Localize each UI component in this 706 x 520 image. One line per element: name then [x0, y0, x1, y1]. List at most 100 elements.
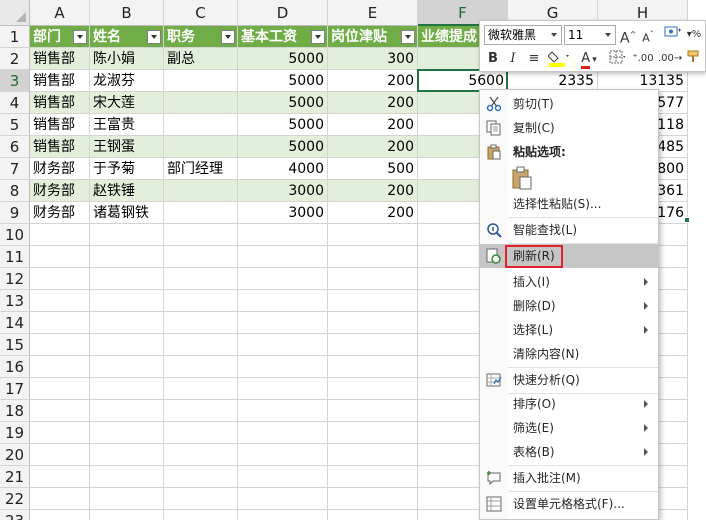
menu-item-sort[interactable]: 排序(O) — [480, 392, 658, 416]
grid-cell[interactable] — [30, 334, 90, 356]
grid-cell[interactable] — [30, 444, 90, 466]
table-cell[interactable]: 财务部 — [30, 202, 90, 224]
table-cell[interactable]: 3000 — [238, 180, 328, 202]
grid-cell[interactable] — [90, 246, 164, 268]
grid-cell[interactable] — [30, 422, 90, 444]
grid-cell[interactable] — [238, 510, 328, 520]
grid-cell[interactable] — [164, 488, 238, 510]
table-cell[interactable]: 龙淑芬 — [90, 70, 164, 92]
grid-cell[interactable] — [328, 224, 418, 246]
grid-cell[interactable] — [90, 378, 164, 400]
grid-cell[interactable] — [164, 334, 238, 356]
menu-item-clear-contents[interactable]: 清除内容(N) — [480, 342, 658, 366]
table-header-cell[interactable]: 岗位津贴 — [328, 26, 418, 48]
menu-item-insert[interactable]: 插入(I) — [480, 270, 658, 294]
grid-cell[interactable] — [90, 312, 164, 334]
menu-item-refresh[interactable]: 刷新(R) — [480, 244, 658, 268]
row-header-8[interactable]: 8 — [0, 180, 30, 202]
menu-item-quick-analysis[interactable]: 快速分析(Q) — [480, 368, 658, 392]
row-header-9[interactable]: 9 — [0, 202, 30, 224]
italic-button[interactable]: I — [506, 49, 520, 69]
table-cell[interactable]: 5000 — [238, 114, 328, 136]
select-all-corner[interactable] — [0, 0, 30, 26]
grid-cell[interactable] — [238, 444, 328, 466]
bold-button[interactable]: B — [486, 49, 500, 69]
grid-cell[interactable] — [328, 466, 418, 488]
grid-cell[interactable] — [90, 466, 164, 488]
grid-cell[interactable] — [238, 224, 328, 246]
filter-dropdown-icon[interactable] — [73, 30, 87, 44]
grid-cell[interactable] — [238, 400, 328, 422]
row-header-14[interactable]: 14 — [0, 312, 30, 334]
grid-cell[interactable] — [328, 422, 418, 444]
grid-cell[interactable] — [164, 466, 238, 488]
grid-cell[interactable] — [90, 488, 164, 510]
row-header-4[interactable]: 4 — [0, 92, 30, 114]
grid-cell[interactable] — [328, 400, 418, 422]
grid-cell[interactable] — [164, 224, 238, 246]
font-color-button[interactable]: A ▾ — [576, 49, 602, 69]
grid-cell[interactable] — [164, 356, 238, 378]
align-center-button[interactable]: ≡ — [526, 49, 542, 69]
row-header-3[interactable]: 3 — [0, 70, 30, 92]
grid-cell[interactable] — [90, 334, 164, 356]
filter-dropdown-icon[interactable] — [311, 30, 325, 44]
grid-cell[interactable] — [328, 334, 418, 356]
row-header-13[interactable]: 13 — [0, 290, 30, 312]
table-cell[interactable]: 3000 — [238, 202, 328, 224]
table-cell[interactable] — [164, 180, 238, 202]
grid-cell[interactable] — [90, 268, 164, 290]
row-header-19[interactable]: 19 — [0, 422, 30, 444]
table-cell[interactable]: 300 — [328, 48, 418, 70]
row-header-2[interactable]: 2 — [0, 48, 30, 70]
table-cell[interactable]: 200 — [328, 92, 418, 114]
table-cell[interactable]: 财务部 — [30, 158, 90, 180]
row-header-12[interactable]: 12 — [0, 268, 30, 290]
grid-cell[interactable] — [30, 510, 90, 520]
font-name-dropdown[interactable]: 微软雅黑 — [484, 25, 562, 45]
column-header-a[interactable]: A — [30, 0, 90, 26]
row-header-7[interactable]: 7 — [0, 158, 30, 180]
decrease-font-size-button[interactable]: Aˇ — [640, 25, 656, 45]
grid-cell[interactable] — [164, 290, 238, 312]
table-cell[interactable]: 200 — [328, 180, 418, 202]
table-cell[interactable]: 诸葛钢铁 — [90, 202, 164, 224]
table-cell[interactable]: 销售部 — [30, 136, 90, 158]
paste-button[interactable] — [510, 166, 534, 190]
table-cell[interactable]: 5000 — [238, 136, 328, 158]
menu-item-format-cells[interactable]: 设置单元格格式(F)... — [480, 492, 658, 516]
grid-cell[interactable] — [30, 400, 90, 422]
grid-cell[interactable] — [238, 246, 328, 268]
table-cell[interactable]: 500 — [328, 158, 418, 180]
grid-cell[interactable] — [30, 246, 90, 268]
row-header-20[interactable]: 20 — [0, 444, 30, 466]
grid-cell[interactable] — [238, 334, 328, 356]
row-header-18[interactable]: 18 — [0, 400, 30, 422]
grid-cell[interactable] — [90, 422, 164, 444]
increase-font-size-button[interactable]: A^ — [620, 25, 636, 47]
row-header-15[interactable]: 15 — [0, 334, 30, 356]
filter-dropdown-icon[interactable] — [221, 30, 235, 44]
grid-cell[interactable] — [328, 378, 418, 400]
table-cell[interactable]: 陈小娟 — [90, 48, 164, 70]
grid-cell[interactable] — [30, 224, 90, 246]
table-cell[interactable]: 王钢蛋 — [90, 136, 164, 158]
table-cell[interactable]: 王富贵 — [90, 114, 164, 136]
grid-cell[interactable] — [238, 268, 328, 290]
grid-cell[interactable] — [238, 422, 328, 444]
grid-cell[interactable] — [164, 268, 238, 290]
grid-cell[interactable] — [90, 224, 164, 246]
font-size-dropdown[interactable]: 11 — [564, 25, 616, 45]
grid-cell[interactable] — [164, 400, 238, 422]
grid-cell[interactable] — [30, 488, 90, 510]
grid-cell[interactable] — [164, 378, 238, 400]
grid-cell[interactable] — [328, 488, 418, 510]
menu-item-table[interactable]: 表格(B) — [480, 440, 658, 464]
number-format-button[interactable] — [662, 25, 684, 45]
grid-cell[interactable] — [238, 312, 328, 334]
row-header-22[interactable]: 22 — [0, 488, 30, 510]
grid-cell[interactable] — [90, 400, 164, 422]
table-cell[interactable]: 200 — [328, 70, 418, 92]
menu-item-paste-special[interactable]: 选择性粘贴(S)... — [480, 192, 658, 216]
grid-cell[interactable] — [328, 444, 418, 466]
